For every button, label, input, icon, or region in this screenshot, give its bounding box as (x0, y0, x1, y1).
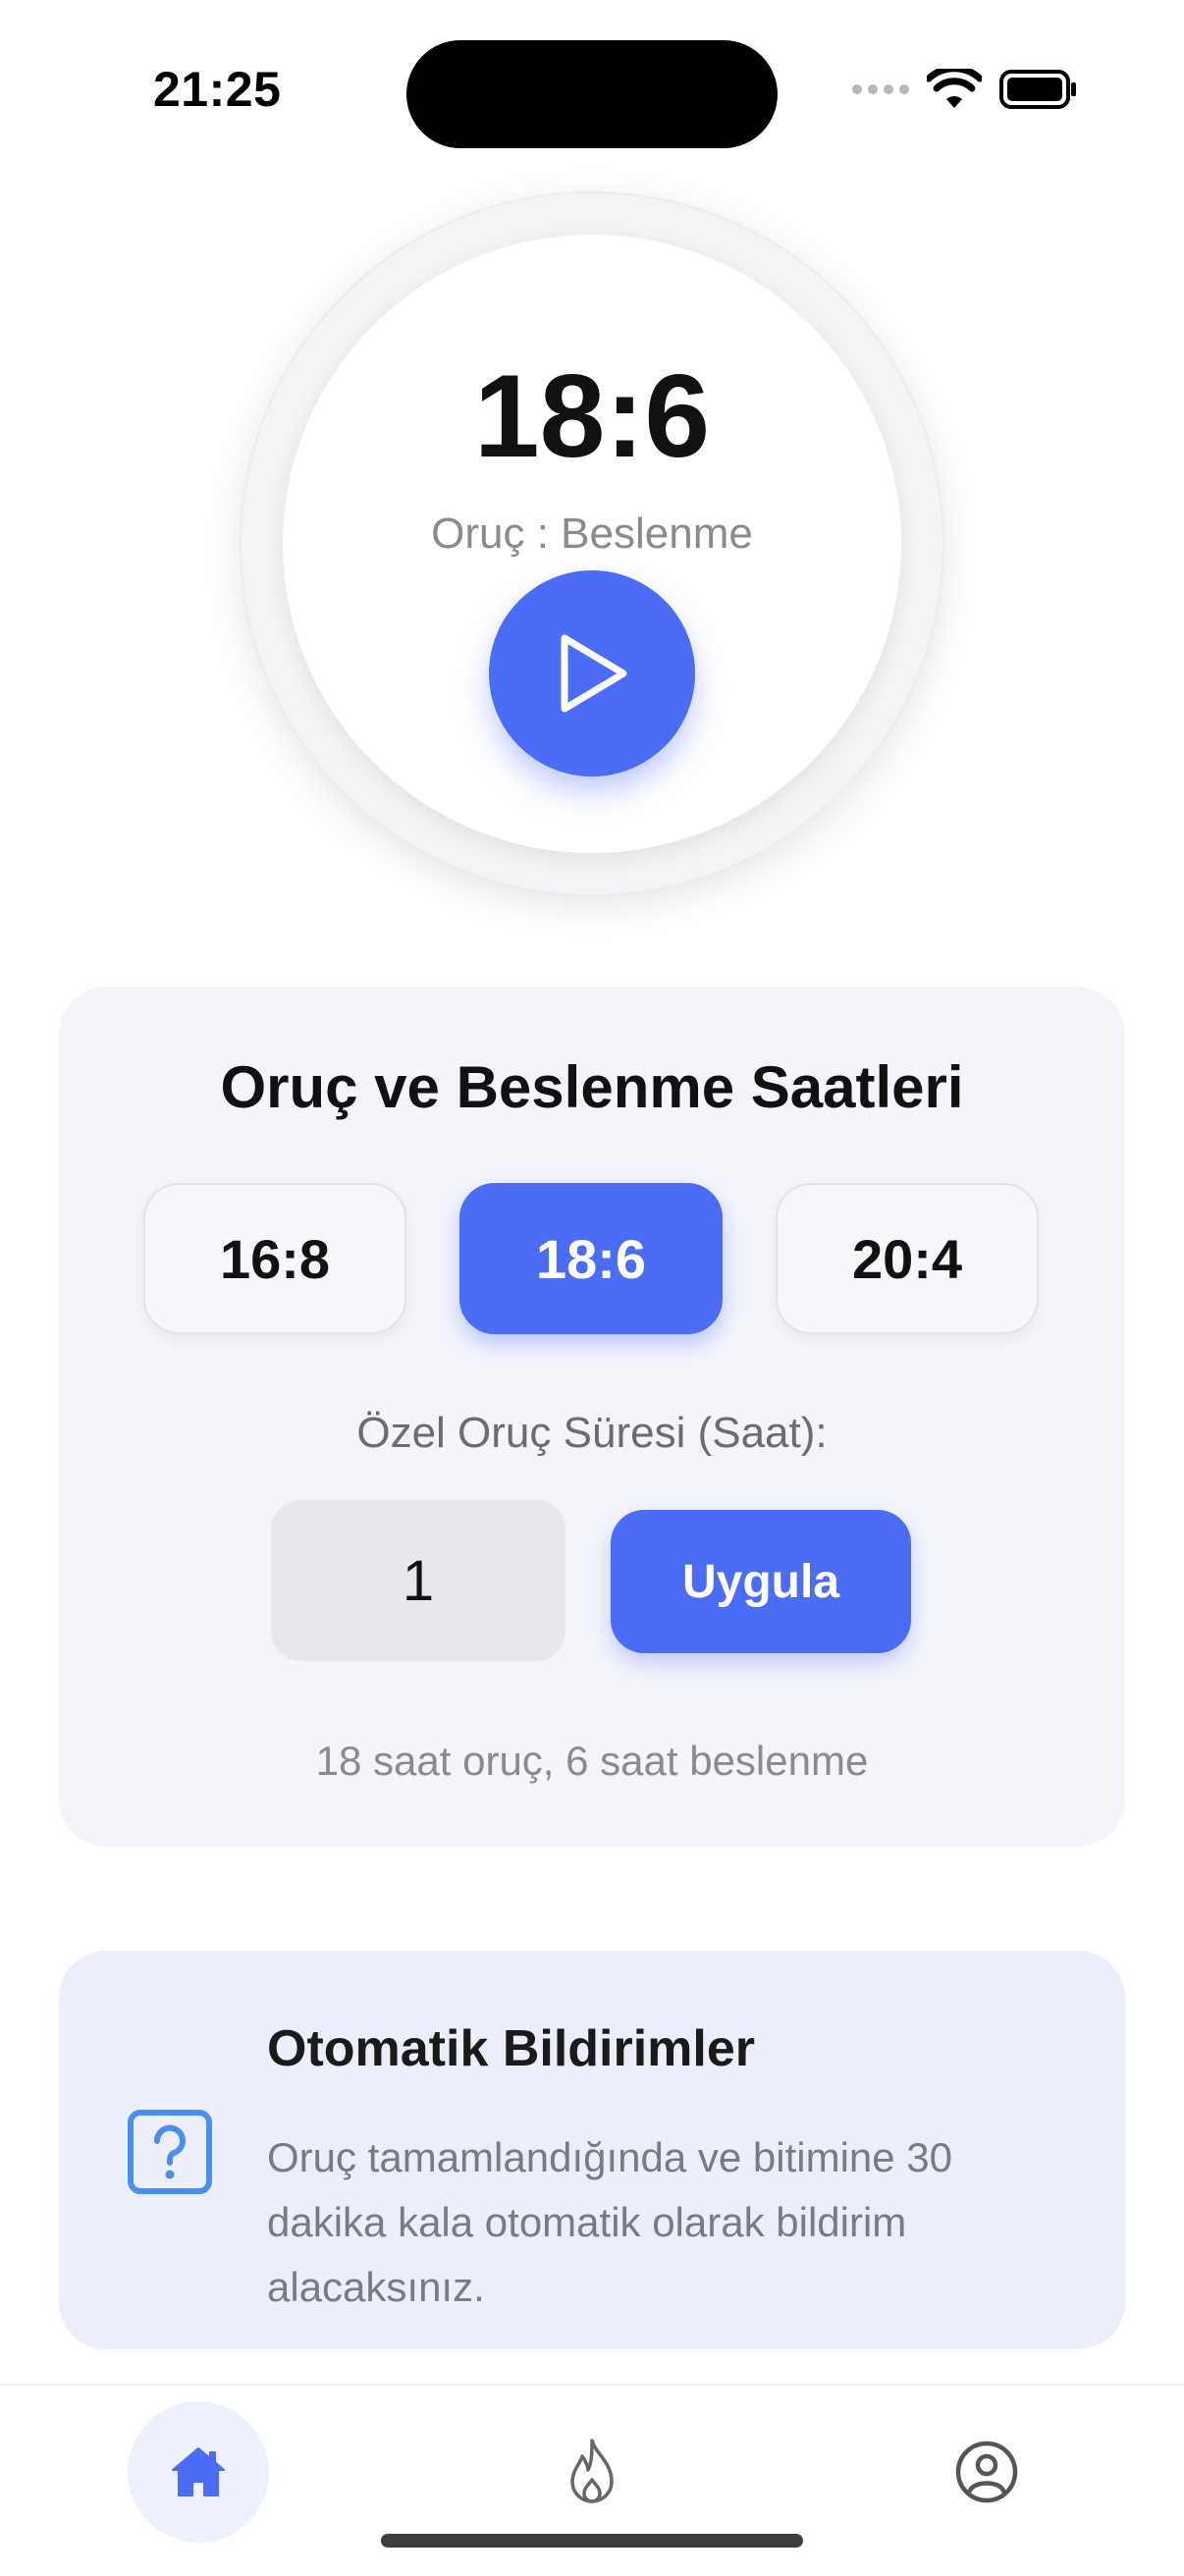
status-icons (852, 69, 1078, 110)
tab-home[interactable] (128, 2401, 269, 2543)
status-time: 21:25 (153, 62, 282, 117)
start-fasting-button[interactable] (489, 570, 695, 777)
plan-summary: 18 saat oruç, 6 saat beslenme (315, 1738, 869, 1784)
notification-info-card: Otomatik Bildirimler Oruç tamamlandığınd… (59, 1951, 1125, 2349)
play-icon (561, 634, 627, 713)
notification-description: Oruç tamamlandığında ve bitimine 30 daki… (267, 2134, 953, 2310)
timer-ring: 18:6 Oruç : Beslenme (240, 191, 944, 896)
question-icon (128, 2110, 212, 2194)
dynamic-island (406, 40, 778, 148)
tab-fasting[interactable] (521, 2401, 663, 2543)
tab-profile[interactable] (916, 2401, 1057, 2543)
flame-icon (570, 2439, 614, 2503)
cellular-signal-icon (852, 84, 909, 94)
custom-duration-label: Özel Oruç Süresi (Saat): (356, 1409, 828, 1457)
custom-hours-input[interactable]: 1 (271, 1500, 565, 1661)
apply-button[interactable]: Uygula (611, 1510, 911, 1653)
preset-16-8-button[interactable]: 16:8 (143, 1183, 406, 1334)
timer-ratio: 18:6 (473, 350, 711, 482)
card-title: Oruç ve Beslenme Saatleri (220, 1054, 964, 1120)
preset-18-6-button[interactable]: 18:6 (459, 1183, 723, 1334)
home-icon (172, 2447, 225, 2496)
wifi-icon (927, 69, 982, 108)
notification-title: Otomatik Bildirimler (267, 2020, 755, 2077)
timer-label: Oruç : Beslenme (431, 510, 753, 558)
timer-face: 18:6 Oruç : Beslenme (283, 235, 901, 853)
fasting-hours-card: Oruç ve Beslenme Saatleri 16:8 18:6 20:4… (59, 987, 1125, 1847)
home-indicator[interactable] (381, 2534, 803, 2548)
profile-icon (955, 2441, 1018, 2503)
battery-icon (999, 70, 1076, 109)
preset-20-4-button[interactable]: 20:4 (776, 1183, 1039, 1334)
